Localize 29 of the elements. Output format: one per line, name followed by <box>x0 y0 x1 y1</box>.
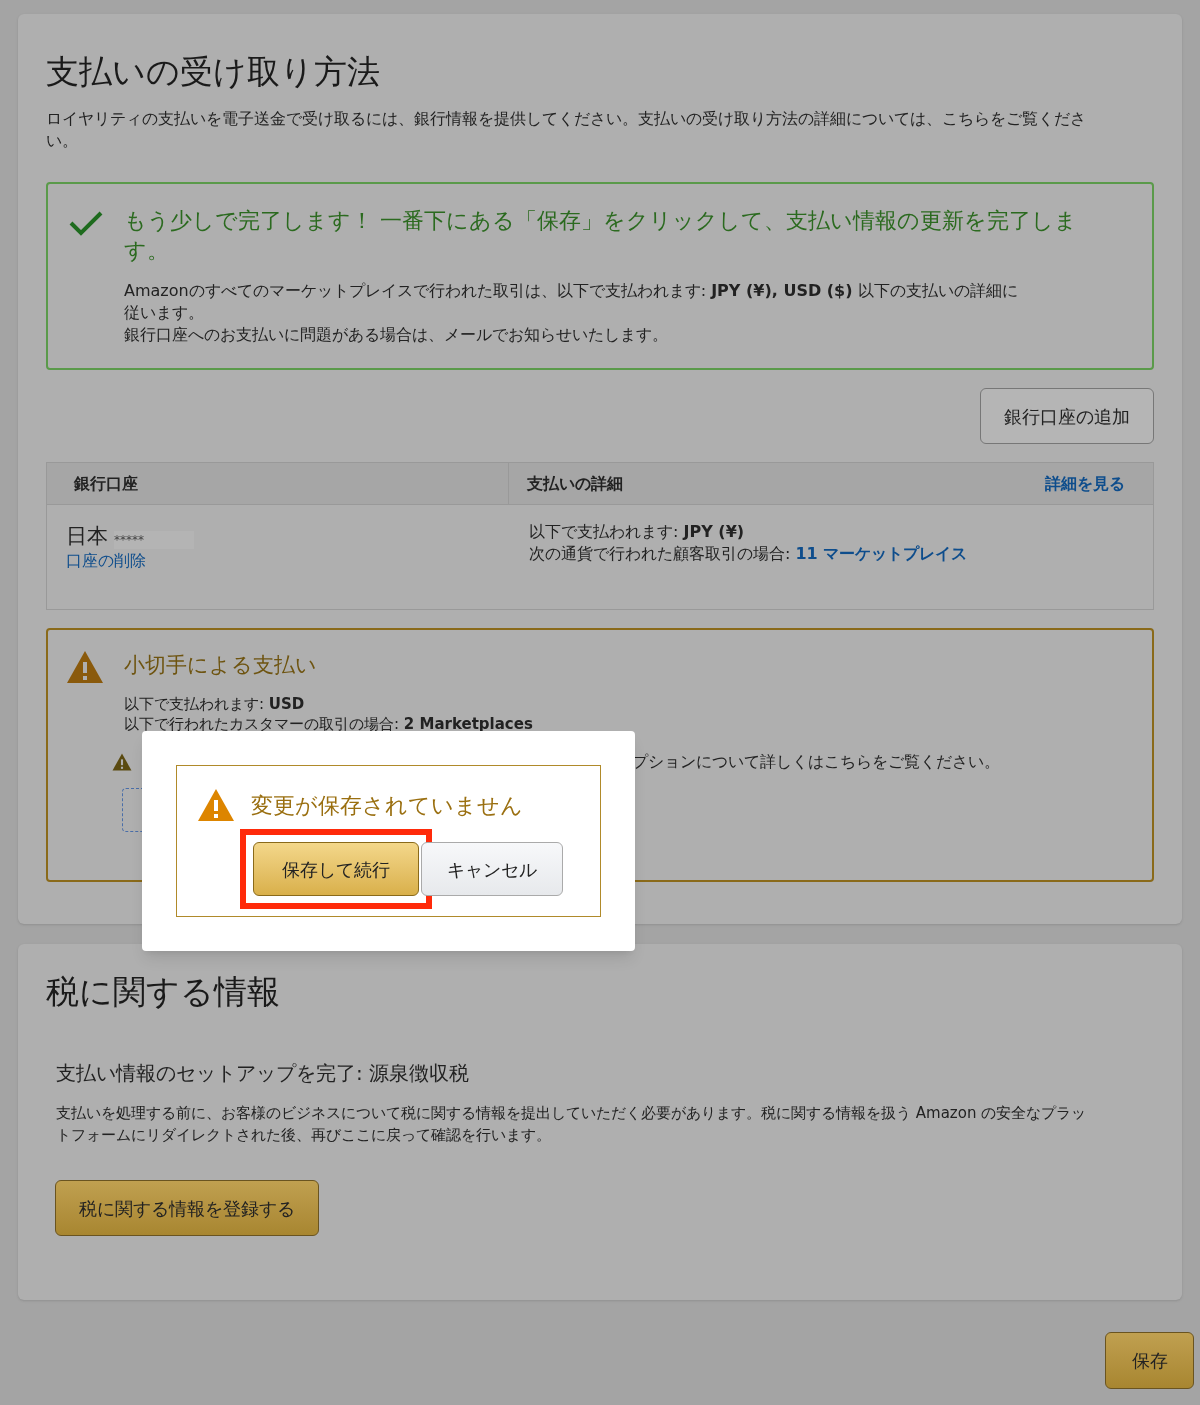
marketplaces-link[interactable]: 11 マーケットプレイス <box>795 544 968 563</box>
save-and-continue-button[interactable]: 保存して続行 <box>253 842 419 896</box>
alert-text: 銀行口座へのお支払いに問題がある場合は、メールでお知らせいたします。 <box>124 324 669 346</box>
payment-currency-text: 以下で支払われます: JPY (¥) <box>529 521 746 543</box>
warning-icon <box>66 650 104 684</box>
column-header: 支払いの詳細 <box>526 472 624 495</box>
dialog-message: 変更が保存されていません <box>251 791 523 820</box>
add-bank-account-button[interactable]: 銀行口座の追加 <box>980 388 1154 444</box>
column-header: 銀行口座 <box>47 463 509 504</box>
section-subtitle: 支払い情報のセットアップを完了: 源泉徴収税 <box>56 1060 471 1087</box>
alert-text: 以下で行われたカスタマーの取引の場合: 2 Marketplaces <box>124 714 534 734</box>
alert-heading: 小切手による支払い <box>124 652 318 679</box>
body-text: 支払いを処理する前に、お客様のビジネスについて税に関する情報を提出していただく必要があります。税に関する情報を扱う Amazon の安全なプラットフォームにリダイレクトされた後、再びここに戻って確認を行います。 <box>56 1103 1088 1146</box>
alert-text: 以下で支払われます: USD <box>124 694 306 714</box>
delete-account-link[interactable]: 口座の削除 <box>66 549 146 573</box>
country-name: 日本 <box>66 523 108 549</box>
masked-account-number: ***** <box>114 531 194 549</box>
intro-text: ロイヤリティの支払いを電子送金で受け取るには、銀行情報を提供してください。支払いの受け取り方法の詳細については、こちらをご覧ください。 <box>46 108 1086 152</box>
save-button[interactable]: 保存 <box>1105 1332 1194 1389</box>
section-title: 支払いの受け取り方法 <box>46 52 381 92</box>
register-tax-info-button[interactable]: 税に関する情報を登録する <box>55 1180 319 1236</box>
alert-heading: もう少しで完了します！ 一番下にある「保存」をクリックして、支払い情報の更新を完了します。 <box>124 207 1078 265</box>
cancel-button[interactable]: キャンセル <box>421 842 563 896</box>
details-link[interactable]: 詳細を見る <box>1045 471 1153 496</box>
section-title: 税に関する情報 <box>46 971 281 1013</box>
marketplaces-label: 次の通貨で行われた顧客取引の場合: <box>529 544 792 563</box>
alert-text: Amazonのすべてのマーケットプレイスで行われた取引は、以下で支払われます: JPY (¥), USD ($) 以下の支払いの詳細に従います。 <box>124 280 1019 324</box>
warning-icon <box>197 788 235 822</box>
warning-icon <box>112 753 132 771</box>
